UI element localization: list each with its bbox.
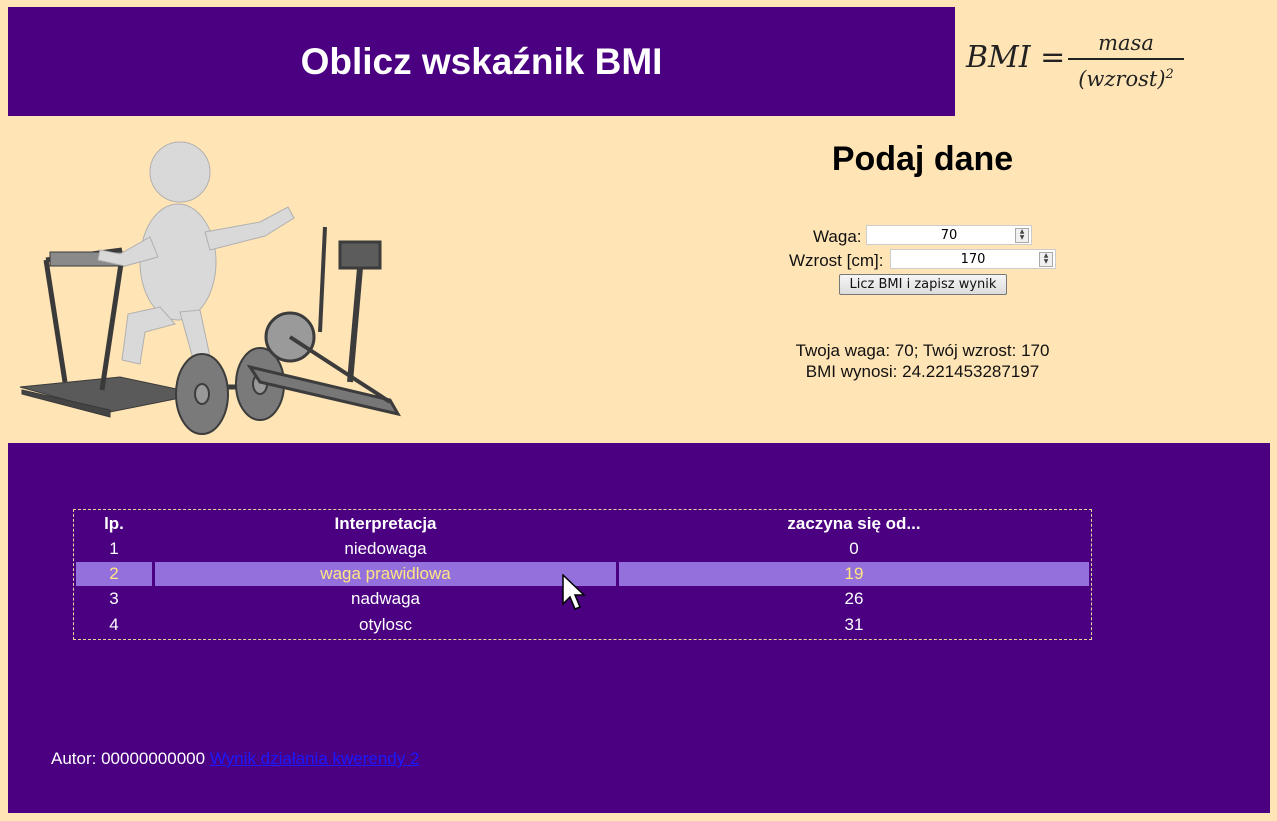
header-interpretation: Interpretacja bbox=[334, 514, 437, 533]
weight-input-value: 70 bbox=[940, 228, 958, 243]
mouse-pointer-icon bbox=[562, 574, 586, 610]
header-lp: lp. bbox=[104, 514, 124, 533]
person-figure bbox=[97, 141, 295, 381]
height-spinner[interactable]: ▲ ▼ bbox=[1039, 252, 1053, 267]
result-bmi: BMI wynosi: 24.221453287197 bbox=[805, 362, 1040, 381]
title-banner: Oblicz wskaźnik BMI bbox=[8, 7, 955, 116]
row-interpretation: otylosc bbox=[359, 615, 412, 634]
row-interpretation: niedowaga bbox=[344, 539, 427, 558]
elliptical-image bbox=[246, 226, 402, 417]
height-input[interactable]: 170 ▲ ▼ bbox=[890, 249, 1056, 269]
footer: Autor: 00000000000 Wynik działania kwere… bbox=[51, 749, 419, 769]
form-heading: Podaj dane bbox=[831, 140, 1014, 178]
bmi-panel: lp. Interpretacja zaczyna się od... 1 ni… bbox=[8, 443, 1270, 813]
fitness-illustration bbox=[19, 141, 402, 435]
weight-spinner[interactable]: ▲ ▼ bbox=[1015, 228, 1029, 243]
row-interpretation: nadwaga bbox=[350, 589, 420, 608]
formula-exponent: 2 bbox=[1165, 67, 1174, 82]
row-lp: 3 bbox=[109, 589, 119, 608]
author-text: Autor: 00000000000 bbox=[51, 749, 206, 768]
row-lp: 2 bbox=[76, 562, 152, 586]
height-input-value: 170 bbox=[960, 252, 986, 267]
table-header-row: lp. Interpretacja zaczyna się od... bbox=[76, 512, 1089, 536]
bmi-formula: BMI = masa (wzrost)2 bbox=[960, 20, 1270, 110]
barbell-image bbox=[175, 347, 285, 435]
height-label: Wzrost [cm]: bbox=[789, 251, 884, 270]
formula-fraction: masa (wzrost)2 bbox=[1068, 30, 1184, 92]
formula-denominator: (wzrost) bbox=[1078, 67, 1166, 91]
formula-numerator: masa bbox=[1098, 31, 1154, 55]
row-threshold: 0 bbox=[849, 539, 859, 558]
row-threshold: 26 bbox=[844, 589, 864, 608]
page-title: Oblicz wskaźnik BMI bbox=[300, 40, 663, 82]
weight-input[interactable]: 70 ▲ ▼ bbox=[866, 225, 1032, 245]
result-weight-height: Twoja waga: 70; Twój wzrost: 170 bbox=[795, 341, 1050, 360]
row-threshold: 19 bbox=[619, 562, 1089, 586]
formula-denominator-wrap: (wzrost)2 bbox=[1068, 62, 1184, 92]
row-threshold: 31 bbox=[844, 615, 864, 634]
row-interpretation: waga prawidlowa bbox=[155, 562, 616, 586]
fraction-bar bbox=[1068, 58, 1184, 60]
query-result-link[interactable]: Wynik działania kwerendy 2 bbox=[210, 749, 420, 768]
table-row: 1 niedowaga 0 bbox=[76, 537, 1089, 561]
weight-label: Waga: bbox=[813, 227, 862, 246]
row-lp: 4 bbox=[109, 615, 119, 634]
formula-lhs: BMI = bbox=[966, 40, 1066, 75]
header-starts-from: zaczyna się od... bbox=[787, 514, 921, 533]
row-lp: 1 bbox=[109, 539, 119, 558]
input-form: Podaj dane Waga: 70 ▲ ▼ Wzrost [cm]: 170 … bbox=[700, 130, 1145, 381]
table-row: 4 otylosc 31 bbox=[76, 613, 1089, 637]
calculate-button[interactable]: Licz BMI i zapisz wynik bbox=[839, 274, 1007, 295]
